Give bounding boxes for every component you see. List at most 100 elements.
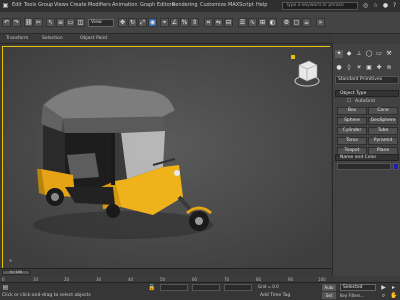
autogrid-checkbox[interactable]: ☐ [347,99,351,104]
set-key-button[interactable]: Set Key [322,292,336,299]
z-coordinate-field[interactable] [224,284,252,291]
grid-size-label: Grid = 0.0 [258,284,279,289]
motion-tab-icon[interactable]: ◯ [365,50,373,58]
viewport-scene: ✛ [3,47,331,269]
render-icon[interactable]: ☕ [302,18,311,27]
render-setup-icon[interactable]: ⚙ [282,18,291,27]
redo-icon[interactable]: ↷ [12,18,21,27]
primitive-category-dropdown[interactable]: Standard Primitives [335,76,399,84]
key-filters-button[interactable]: Key Filters... [340,292,376,299]
menu-animation[interactable]: Animation [112,2,138,8]
object-name-input[interactable] [337,163,391,170]
unlink-icon[interactable]: ✂ [34,18,43,27]
binoculars-icon[interactable]: ◎ [362,2,369,9]
zoom-icon[interactable]: ⌕ [380,292,387,299]
space-warps-icon[interactable]: ≋ [385,64,393,72]
autogrid-label: AutoGrid [355,99,375,104]
next-frame-icon[interactable]: ▸ [390,284,397,291]
create-tab-icon[interactable]: ✦ [335,50,343,58]
y-coordinate-field[interactable] [192,284,220,291]
curve-editor-icon[interactable]: ∿ [248,18,257,27]
geometry-icon[interactable]: ● [335,64,343,72]
time-slider-track[interactable]: 0 / 100 [0,268,332,276]
cylinder-button[interactable]: Cylinder [337,127,367,135]
material-editor-icon[interactable]: ◐ [268,18,277,27]
search-input[interactable]: Type a keyword or phrase [282,2,358,10]
main-toolbar: ↶ ↷ ⛓ ✂ ↖ ≡ ▭ ◫ View ✥ ↻ ⤢ ◉ ⌖ ∠ % ⇕ ⌗ ⇋… [0,12,400,34]
sphere-button[interactable]: Sphere [337,117,367,125]
menu-tools[interactable]: Tools [24,2,36,8]
align-icon[interactable]: ⊟ [224,18,233,27]
key-set-dropdown[interactable]: Selected [340,284,376,291]
menu-views[interactable]: Views [54,2,68,8]
menu-rendering[interactable]: Rendering [172,2,198,8]
x-coordinate-field[interactable] [160,284,188,291]
move-icon[interactable]: ✥ [118,18,127,27]
lock-selection-icon[interactable]: 🔒 [148,284,155,291]
torus-button[interactable]: Torus [337,137,367,145]
window-crossing-icon[interactable]: ◫ [76,18,85,27]
menu-modifiers[interactable]: Modifiers [88,2,111,8]
percent-snap-icon[interactable]: % [180,18,189,27]
snap-toggle-icon[interactable]: ⌖ [160,18,169,27]
mirror-icon[interactable]: ⇋ [214,18,223,27]
menu-bar: ▣ Edit Tools Group Views Create Modifier… [0,0,400,12]
menu-help[interactable]: Help [256,2,267,8]
spinner-snap-icon[interactable]: ⇕ [190,18,199,27]
name-and-color-rollout[interactable]: Name and Color [335,154,399,161]
select-region-icon[interactable]: ▭ [66,18,75,27]
helpers-icon[interactable]: ✚ [375,64,383,72]
display-tab-icon[interactable]: ▭ [375,50,383,58]
viewport-marker [291,55,295,59]
schematic-view-icon[interactable]: ⊞ [258,18,267,27]
help-icon[interactable]: ? [391,2,398,9]
user-icon[interactable]: ● [382,2,389,9]
add-time-tag-button[interactable]: Add Time Tag [260,293,290,298]
cameras-icon[interactable]: ▣ [365,64,373,72]
object-color-swatch[interactable] [393,163,399,170]
layer-explorer-icon[interactable]: ☰ [238,18,247,27]
link-icon[interactable]: ⛓ [24,18,33,27]
lights-icon[interactable]: ☀ [355,64,363,72]
box-button[interactable]: Box [337,107,367,115]
scale-icon[interactable]: ⤢ [138,18,147,27]
select-by-name-icon[interactable]: ≡ [56,18,65,27]
menu-customize[interactable]: Customize [200,2,226,8]
time-slider-handle[interactable]: 0 / 100 [2,270,30,275]
play-icon[interactable]: ▶ [380,284,387,291]
hierarchy-tab-icon[interactable]: ⊥ [355,50,363,58]
menu-group[interactable]: Group [38,2,53,8]
object-type-rollout[interactable]: Object Type [335,90,399,97]
pivot-center-icon[interactable]: ◉ [148,18,157,27]
utilities-tab-icon[interactable]: ⚒ [385,50,393,58]
ribbon-tab-object-paint[interactable]: Object Paint [80,36,107,41]
menu-create[interactable]: Create [70,2,87,8]
auto-key-button[interactable]: Auto Key [322,284,336,297]
maxscript-listener-icon[interactable]: ▤ [2,284,9,291]
status-prompt: Click or click-and-drag to select object… [2,293,91,298]
named-selection-icon[interactable]: ⌗ [204,18,213,27]
app-logo-icon[interactable]: ▣ [2,2,9,9]
menu-graph-editors[interactable]: Graph Editors [140,2,174,8]
pan-icon[interactable]: ✋ [390,292,397,299]
menu-edit[interactable]: Edit [12,2,22,8]
geosphere-button[interactable]: GeoSphere [368,117,398,125]
shapes-icon[interactable]: ◊ [345,64,353,72]
star-icon[interactable]: ☆ [372,2,379,9]
perspective-viewport[interactable]: ✛ [2,46,331,269]
undo-icon[interactable]: ↶ [2,18,11,27]
pyramid-button[interactable]: Pyramid [368,137,398,145]
cone-button[interactable]: Cone [368,107,398,115]
rotate-icon[interactable]: ↻ [128,18,137,27]
toolbar-more-icon[interactable]: » [316,18,325,27]
select-object-icon[interactable]: ↖ [46,18,55,27]
reference-coordinate-dropdown[interactable]: View [88,19,114,27]
ribbon-tab-transform[interactable]: Transform [6,36,28,41]
rendered-frame-icon[interactable]: ▢ [292,18,301,27]
menu-maxscript[interactable]: MAXScript [228,2,254,8]
angle-snap-icon[interactable]: ∠ [170,18,179,27]
modify-tab-icon[interactable]: ◆ [345,50,353,58]
ribbon-tab-selection[interactable]: Selection [42,36,63,41]
axis-tripod-label: ✛ [9,258,12,263]
tube-button[interactable]: Tube [368,127,398,135]
